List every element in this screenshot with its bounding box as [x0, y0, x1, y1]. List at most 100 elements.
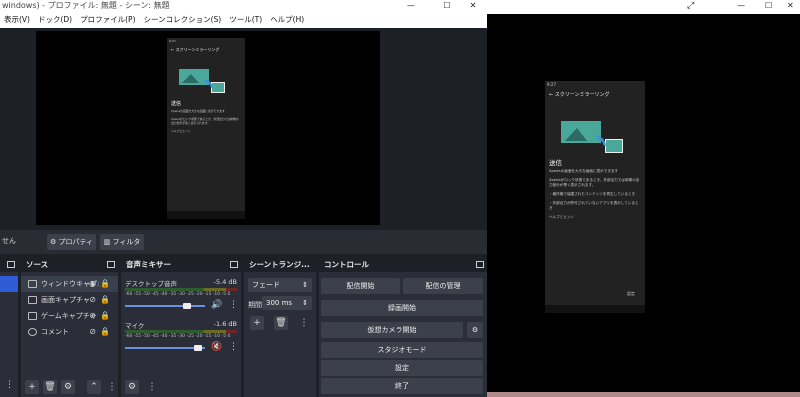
source-item[interactable]: ゲームキャプチャ ⊘ 🔒 [21, 308, 118, 324]
eye-off-icon[interactable]: ⊘ [89, 292, 96, 308]
preview-area: 9:27 ← スクリーンミラーリング 送信 Xperiaの画面を大きな画面に表示… [0, 28, 487, 230]
gear-icon[interactable]: ⚙ [61, 380, 75, 394]
mixer-toolbar: ⚙ ⋮ [121, 377, 241, 397]
sources-toolbar: + 🗑 ⚙ ⌃ ⋮ [21, 377, 118, 397]
properties-button[interactable]: ⚙ プロパティ [47, 234, 96, 250]
phone-line1: Xperiaの画面を大きな画面に表示できます [171, 109, 225, 113]
phone-title: ← スクリーンミラーリング [549, 92, 610, 98]
phone-nav-bar [167, 211, 245, 219]
preview-canvas[interactable]: 9:27 ← スクリーンミラーリング 送信 Xperiaの画面を大きな画面に表示… [36, 31, 380, 225]
cast-illustration [561, 121, 623, 153]
updown-icon: ⇕ [302, 281, 308, 289]
volume-slider-knob[interactable] [193, 345, 202, 351]
monitor-icon [28, 296, 37, 304]
scene-item-selected[interactable] [0, 276, 18, 292]
menu-view[interactable]: 表示(V) [4, 12, 30, 28]
menu-dock[interactable]: ドック(D) [38, 12, 72, 28]
transition-select[interactable]: フェード ⇕ [248, 278, 312, 292]
level-meter [125, 288, 237, 291]
advanced-audio-icon[interactable]: ⚙ [125, 380, 139, 394]
add-icon[interactable]: + [25, 380, 39, 394]
channel-db: -1.6 dB [213, 320, 237, 328]
trash-icon[interactable]: 🗑 [43, 380, 57, 394]
close-button[interactable]: ✕ [462, 0, 484, 12]
mixer-dock: 音声ミキサー デスクトップ音声 -5.4 dB -60 -55 -50 -45 … [121, 258, 241, 397]
menu-profile[interactable]: プロファイル(P) [80, 12, 135, 28]
meter-scale: -60 -55 -50 -45 -40 -35 -30 -25 -20 -15 … [125, 292, 231, 297]
gear-icon[interactable]: ⚙ [467, 322, 483, 338]
phone-nav-bar [545, 305, 645, 313]
duration-label: 期間 [248, 301, 262, 309]
eye-off-icon[interactable]: ⊘ [89, 324, 96, 340]
scenes-dock-header [0, 258, 18, 272]
phone-help: ヘルプとヒント [171, 129, 191, 133]
source-item[interactable]: コメント ⊘ 🔒 [21, 324, 118, 340]
more-icon[interactable]: ⋮ [229, 300, 238, 310]
mirror-title-bar: ⤢ — ☐ ✕ [487, 0, 800, 14]
transitions-dock: シーントランジ... フェード ⇕ 期間 300 ms ⇕ + 🗑 ⋮ [244, 258, 316, 397]
phone-help: ヘルプとヒント [549, 215, 575, 219]
float-icon[interactable] [107, 261, 115, 268]
phone-line1: Xperiaの画面を大きな画面に表示できます [549, 169, 619, 173]
settings-button[interactable]: 設定 [321, 360, 483, 376]
float-icon[interactable] [7, 261, 15, 268]
more-icon[interactable]: ⋮ [229, 342, 238, 352]
obs-window: windows) - プロファイル: 無題 - シーン: 無題 — ☐ ✕ 表示… [0, 0, 487, 397]
close-button[interactable]: ✕ [787, 1, 794, 10]
cast-illustration [179, 69, 225, 93]
channel-db: -5.4 dB [213, 278, 237, 286]
phone-status-bar: 9:27 [547, 82, 556, 87]
duration-input[interactable]: 300 ms ⇕ [262, 296, 312, 310]
lock-icon[interactable]: 🔒 [100, 308, 110, 324]
expand-icon[interactable]: ⤢ [687, 1, 694, 11]
more-icon[interactable]: ⋮ [5, 380, 14, 390]
source-item[interactable]: 画面キャプチャ ⊘ 🔒 [21, 292, 118, 308]
virtual-camera-button[interactable]: 仮想カメラ開始 [321, 322, 463, 338]
trash-icon[interactable]: 🗑 [274, 316, 288, 330]
more-icon[interactable]: ⋮ [105, 380, 119, 394]
chevron-up-icon[interactable]: ⌃ [87, 380, 101, 394]
scenes-toolbar: ⋮ [0, 377, 18, 397]
menu-help[interactable]: ヘルプ(H) [270, 12, 304, 28]
filters-button[interactable]: ▥ フィルタ [100, 234, 144, 250]
level-meter [125, 330, 237, 333]
minimize-button[interactable]: — [737, 1, 745, 10]
minimize-button[interactable]: — [400, 0, 422, 12]
phone-heading: 送信 [549, 159, 562, 167]
controls-dock: コントロール 配信開始 配信の管理 録画開始 仮想カメラ開始 ⚙ スタジオモード… [319, 258, 487, 397]
manage-stream-button[interactable]: 配信の管理 [403, 278, 483, 294]
source-item[interactable]: ウィンドウキャプ: ◉ 🔒 [21, 276, 118, 292]
eye-icon[interactable]: ◉ [89, 276, 96, 292]
maximize-button[interactable]: ☐ [436, 0, 458, 12]
start-stream-button[interactable]: 配信開始 [321, 278, 400, 294]
phone-line4: ・著作権で保護されたコンテンツを再生しているとき [549, 192, 636, 196]
lock-icon[interactable]: 🔒 [100, 292, 110, 308]
start-record-button[interactable]: 録画開始 [321, 300, 483, 316]
maximize-button[interactable]: ☐ [765, 1, 772, 10]
studio-mode-button[interactable]: スタジオモード [321, 342, 483, 358]
lock-icon[interactable]: 🔒 [100, 276, 110, 292]
menu-tools[interactable]: ツール(T) [229, 12, 262, 28]
volume-slider-knob[interactable] [182, 303, 191, 309]
window-title: windows) - プロファイル: 無題 - シーン: 無題 [2, 1, 170, 10]
more-icon[interactable]: ⋮ [297, 316, 311, 330]
float-icon[interactable] [476, 261, 484, 268]
gamepad-icon [28, 312, 37, 320]
no-source-label: せん [2, 237, 16, 245]
phone-settings-link[interactable]: 設定 [627, 291, 635, 297]
transitions-dock-header: シーントランジ... [244, 258, 316, 272]
menu-scene-collection[interactable]: シーンコレクション(S) [144, 12, 222, 28]
window-icon [28, 280, 37, 288]
more-icon[interactable]: ⋮ [145, 380, 159, 394]
add-icon[interactable]: + [250, 316, 264, 330]
lock-icon[interactable]: 🔒 [100, 324, 110, 340]
eye-off-icon[interactable]: ⊘ [89, 308, 96, 324]
desktop-strip [487, 392, 800, 397]
exit-button[interactable]: 終了 [321, 378, 483, 394]
volume-slider[interactable] [125, 305, 205, 307]
speaker-icon[interactable]: 🔊 [211, 300, 222, 310]
title-bar: windows) - プロファイル: 無題 - シーン: 無題 — ☐ ✕ [0, 0, 487, 12]
controls-dock-header: コントロール [319, 258, 487, 272]
muted-speaker-icon[interactable]: 🔇 [211, 342, 222, 352]
float-icon[interactable] [230, 261, 238, 268]
